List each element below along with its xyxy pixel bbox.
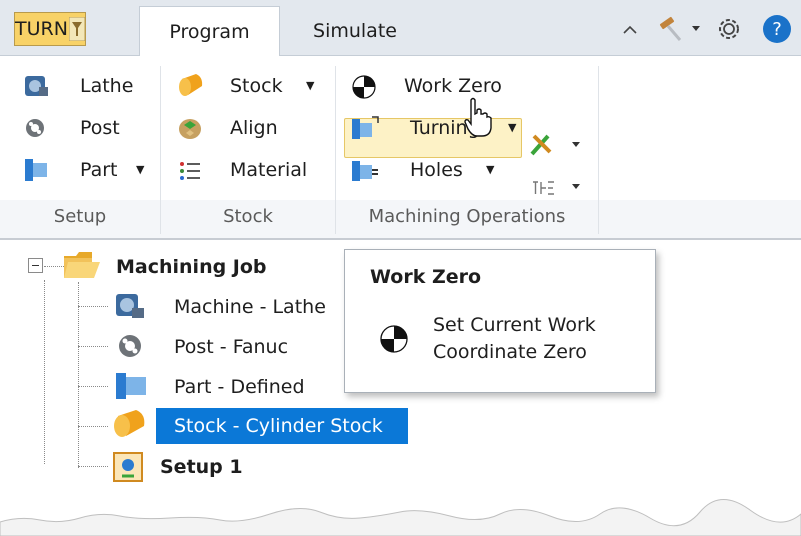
tree-item-stock-selected[interactable]: Stock - Cylinder Stock: [174, 409, 383, 443]
tree-connector-line: [78, 426, 108, 427]
turning-icon: [352, 116, 379, 139]
help-icon[interactable]: ?: [760, 13, 794, 45]
tree-connector-line: [78, 306, 108, 307]
stock-label: Stock: [230, 75, 283, 97]
turn-filter-icon: [69, 17, 85, 41]
part-dropdown-caret-icon: ▼: [136, 163, 145, 176]
material-button[interactable]: Material: [176, 154, 326, 186]
post-processor-icon: [26, 119, 44, 137]
work-zero-tooltip: Work Zero Set Current Work Coordinate Ze…: [344, 249, 656, 393]
tree-connector-line: [44, 266, 64, 267]
stock-dropdown-caret-icon: ▼: [306, 79, 315, 92]
lathe-label: Lathe: [80, 75, 134, 97]
turn-button-label: TURN: [15, 18, 68, 40]
part-label: Part: [80, 159, 118, 181]
hammer-icon[interactable]: [656, 14, 686, 44]
post-label: Post: [80, 117, 120, 139]
tooltip-description: Set Current Work Coordinate Zero: [433, 314, 596, 363]
work-zero-icon: [352, 75, 376, 99]
hand-cursor-icon: [464, 97, 492, 137]
holes-dropdown-caret-icon: ▼: [486, 163, 495, 176]
part-icon: [116, 373, 146, 399]
tree-connector-line: [78, 386, 108, 387]
svg-text:?: ?: [772, 19, 782, 40]
work-zero-icon: [380, 325, 408, 353]
application-tab-strip: TURN Program Simulate ?: [0, 0, 801, 57]
tab-program[interactable]: Program: [139, 6, 280, 57]
tree-root-machining-job[interactable]: Machining Job: [116, 250, 267, 284]
align-button[interactable]: Align: [176, 112, 326, 144]
dropdown-caret-icon[interactable]: [690, 22, 702, 34]
tree-connector-line: [78, 282, 79, 468]
torn-edge-decoration: [0, 499, 801, 536]
tree-collapse-toggle[interactable]: [28, 258, 43, 273]
tree-item-machine[interactable]: Machine - Lathe: [174, 290, 326, 324]
turn-application-button[interactable]: TURN: [14, 12, 86, 46]
tree-item-setup[interactable]: Setup 1: [160, 450, 243, 484]
tree-item-part[interactable]: Part - Defined: [174, 370, 305, 404]
tools-dropdown-caret-icon[interactable]: [570, 138, 582, 150]
lathe-machine-icon: [25, 76, 48, 96]
gear-icon[interactable]: [714, 14, 744, 44]
post-processor-icon: [119, 335, 141, 357]
group-separator: [160, 66, 161, 234]
material-label: Material: [230, 159, 308, 181]
post-button[interactable]: Post: [22, 112, 142, 144]
stock-button[interactable]: Stock ▼: [176, 70, 326, 102]
part-icon: [25, 159, 47, 181]
holes-icon: [352, 161, 378, 181]
holes-label: Holes: [410, 159, 463, 181]
holes-button[interactable]: Holes ▼: [350, 154, 520, 186]
align-icon: [179, 119, 201, 139]
align-label: Align: [230, 117, 278, 139]
thread-icon[interactable]: [530, 176, 560, 200]
group-label-machining-operations: Machining Operations: [368, 206, 566, 227]
turning-dropdown-caret-icon: ▼: [508, 121, 517, 134]
tab-simulate[interactable]: Simulate: [290, 6, 420, 56]
stock-cylinder-icon: [179, 74, 203, 96]
tree-connector-line: [44, 280, 45, 464]
stock-cylinder-icon: [114, 410, 145, 437]
lathe-machine-icon: [116, 294, 144, 318]
part-button[interactable]: Part ▼: [22, 154, 152, 186]
group-label-stock: Stock: [223, 206, 273, 227]
tools-icon[interactable]: [528, 130, 558, 158]
thread-dropdown-caret-icon[interactable]: [570, 180, 582, 192]
turning-button[interactable]: Turning ▼: [350, 112, 530, 144]
ribbon-panel: Lathe Post Part ▼ Setup Stock ▼ Align Ma…: [0, 56, 801, 240]
group-label-setup: Setup: [53, 206, 107, 227]
tree-item-post[interactable]: Post - Fanuc: [174, 330, 288, 364]
folder-icon: [64, 252, 100, 278]
setup-icon: [113, 452, 143, 482]
collapse-ribbon-icon[interactable]: [620, 20, 640, 40]
tree-connector-line: [78, 466, 108, 467]
lathe-button[interactable]: Lathe: [22, 70, 142, 102]
material-list-icon: [180, 162, 200, 180]
tree-connector-line: [78, 346, 108, 347]
tooltip-title: Work Zero: [370, 266, 482, 288]
group-separator: [598, 66, 599, 234]
